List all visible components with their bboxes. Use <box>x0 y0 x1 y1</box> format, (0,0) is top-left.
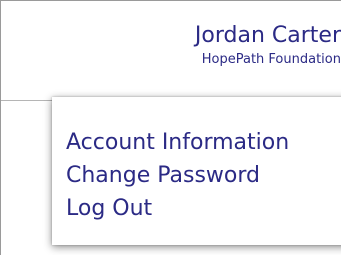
user-dropdown-menu: Account Information Change Password Log … <box>52 97 341 245</box>
menu-item-account-information[interactable]: Account Information <box>66 126 341 159</box>
app-frame: Jordan Carter HopePath Foundation Accoun… <box>0 0 341 255</box>
organization-name: HopePath Foundation <box>201 52 341 67</box>
user-name: Jordan Carter <box>194 23 341 48</box>
menu-item-change-password[interactable]: Change Password <box>66 159 341 192</box>
user-menu-toggle[interactable]: Jordan Carter HopePath Foundation <box>195 23 341 69</box>
menu-item-log-out[interactable]: Log Out <box>66 192 341 225</box>
